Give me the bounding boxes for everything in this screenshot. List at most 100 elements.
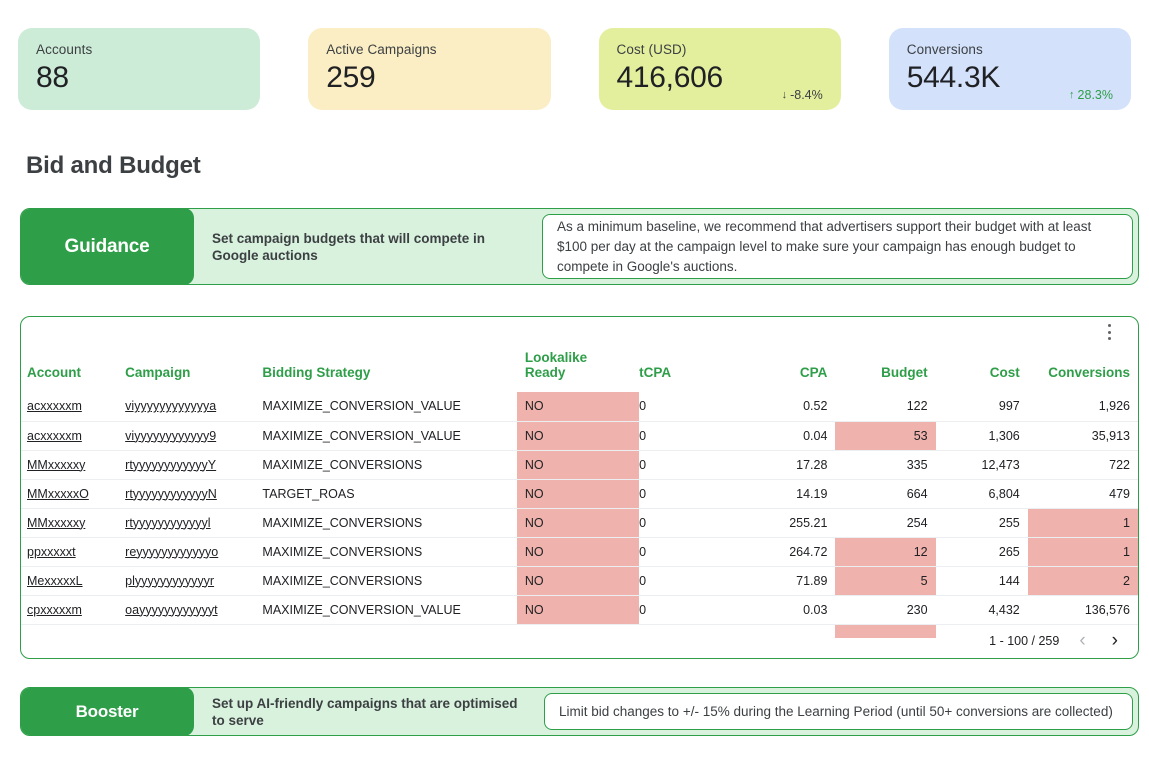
cell-account-link[interactable]: MMxxxxxO [27, 487, 89, 501]
arrow-up-icon: ↑ [1069, 88, 1075, 101]
cell-account[interactable]: MMxxxxxO [21, 479, 126, 509]
cell-campaign-link[interactable]: viyyyyyyyyyyyy9 [125, 429, 216, 443]
cell-cpa: 14.19 [727, 479, 836, 509]
kpi-label: Active Campaigns [326, 42, 437, 57]
column-header-lookalike-ready[interactable]: Lookalike Ready [517, 345, 639, 392]
kpi-delta-value: -8.4% [790, 88, 823, 102]
cell-account-link[interactable]: cpxxxxxm [27, 603, 82, 617]
column-header-budget[interactable]: Budget [835, 345, 935, 392]
cell-campaign[interactable]: oayyyyyyyyyyyyt [125, 595, 263, 625]
cell-budget: 254 [835, 508, 936, 538]
cell-campaign-link[interactable]: viyyyyyyyyyyyya [125, 399, 216, 413]
cell-account[interactable]: MexxxxxL [21, 566, 126, 596]
chevron-left-icon[interactable]: ‹ [1073, 629, 1091, 652]
cell-budget: 230 [835, 595, 936, 625]
kebab-dot [1107, 337, 1111, 340]
column-header-tcpa[interactable]: tCPA [639, 345, 727, 392]
lookalike-header-line1: Lookalike [524, 350, 588, 365]
cell-lookalike-ready: NO [516, 566, 640, 596]
cell-campaign[interactable]: rtyyyyyyyyyyyyl [125, 508, 263, 538]
cell-budget: 122 [835, 392, 936, 422]
cell-campaign[interactable]: rtyyyyyyyyyyyyY [125, 450, 263, 480]
cell-campaign-link[interactable]: plyyyyyyyyyyyyr [125, 574, 214, 588]
kebab-menu-icon[interactable] [1100, 322, 1118, 342]
cell-cpa: 0.03 [727, 595, 836, 625]
cell-account[interactable]: cpxxxxxm [21, 595, 126, 625]
column-header-cost[interactable]: Cost [936, 345, 1028, 392]
cell-cpa: 71.89 [727, 566, 836, 596]
cell-partial [125, 624, 262, 638]
cell-budget: 12 [835, 537, 936, 567]
cell-lookalike-ready: NO [516, 421, 640, 451]
cell-partial [262, 624, 516, 638]
cell-conversions: 35,913 [1027, 421, 1138, 451]
cell-campaign[interactable]: viyyyyyyyyyyyy9 [125, 421, 263, 451]
cell-account[interactable]: MMxxxxxy [21, 450, 126, 480]
cell-campaign-link[interactable]: rtyyyyyyyyyyyyl [125, 516, 210, 530]
cell-campaign[interactable]: reyyyyyyyyyyyyo [125, 537, 263, 567]
table-row: MMxxxxxy rtyyyyyyyyyyyyY MAXIMIZE_CONVERSI… [21, 450, 1138, 480]
cell-campaign[interactable]: viyyyyyyyyyyyya [125, 392, 263, 422]
cell-campaign-link[interactable]: reyyyyyyyyyyyyo [125, 545, 218, 559]
cell-partial [727, 624, 835, 638]
cell-bidding-strategy: MAXIMIZE_CONVERSION_VALUE [262, 392, 517, 422]
cell-bidding-strategy: MAXIMIZE_CONVERSIONS [262, 450, 517, 480]
column-header-conversions[interactable]: Conversions [1028, 345, 1138, 392]
cell-lookalike-ready: NO [516, 450, 640, 480]
cell-campaign-link[interactable]: rtyyyyyyyyyyyyN [125, 487, 217, 501]
cell-account-link[interactable]: MMxxxxxy [27, 516, 85, 530]
cell-tcpa: 0 [639, 566, 728, 596]
page-title: Bid and Budget [26, 152, 201, 179]
cell-lookalike-ready: NO [516, 595, 640, 625]
cell-budget: 53 [835, 421, 936, 451]
table-header: Account Campaign Bidding Strategy Lookal… [21, 345, 1138, 392]
column-header-bidding-strategy[interactable]: Bidding Strategy [262, 345, 516, 392]
cell-tcpa: 0 [639, 508, 728, 538]
cell-campaign[interactable]: rtyyyyyyyyyyyyN [125, 479, 263, 509]
table-row: MMxxxxxy rtyyyyyyyyyyyyl MAXIMIZE_CONVERSI… [21, 508, 1138, 538]
cell-bidding-strategy: MAXIMIZE_CONVERSIONS [262, 566, 517, 596]
pagination-range: 1 - 100 / 259 [989, 633, 1060, 648]
cell-conversions: 2 [1027, 566, 1138, 596]
cell-account-link[interactable]: MMxxxxxy [27, 458, 85, 472]
pagination: 1 - 100 / 259 ‹ › [989, 629, 1124, 652]
cell-campaign-link[interactable]: rtyyyyyyyyyyyyY [125, 458, 216, 472]
column-header-account[interactable]: Account [21, 345, 125, 392]
cell-account[interactable]: acxxxxxm [21, 392, 126, 422]
kpi-label: Accounts [36, 42, 93, 57]
kpi-card: Cost (USD) 416,606 ↓ -8.4% [598, 28, 841, 110]
cell-budget: 335 [835, 450, 936, 480]
cell-campaign-link[interactable]: oayyyyyyyyyyyyt [125, 603, 217, 617]
kpi-card-row: Accounts 88 Active Campaigns 259 Cost (USD) 4… [18, 28, 1131, 110]
chevron-right-icon[interactable]: › [1106, 629, 1124, 652]
cell-account-link[interactable]: MexxxxxL [27, 574, 83, 588]
cell-cost: 1,306 [935, 421, 1028, 451]
cell-conversions: 136,576 [1027, 595, 1138, 625]
cell-conversions: 1 [1027, 537, 1138, 567]
kpi-delta: ↓ -8.4% [782, 88, 823, 102]
cell-account-link[interactable]: acxxxxxm [27, 399, 82, 413]
kpi-label: Cost (USD) [616, 42, 687, 57]
cell-tcpa: 0 [639, 392, 728, 422]
cell-account-link[interactable]: ppxxxxxt [27, 545, 76, 559]
cell-partial [21, 624, 125, 638]
cell-cost: 12,473 [935, 450, 1028, 480]
cell-tcpa: 0 [639, 479, 728, 509]
column-header-campaign[interactable]: Campaign [125, 345, 262, 392]
cell-account-link[interactable]: acxxxxxm [27, 429, 82, 443]
column-header-cpa[interactable]: CPA [727, 345, 835, 392]
booster-banner: Booster Set up AI-friendly campaigns tha… [20, 687, 1139, 736]
cell-account[interactable]: MMxxxxxy [21, 508, 126, 538]
cell-account[interactable]: acxxxxxm [21, 421, 126, 451]
table-row: MexxxxxL plyyyyyyyyyyyyr MAXIMIZE_CONVERSI… [21, 566, 1138, 596]
cell-partial [517, 624, 639, 638]
cell-account[interactable]: ppxxxxxt [21, 537, 126, 567]
table-row: cpxxxxxm oayyyyyyyyyyyyt MAXIMIZE_CONVERSI… [21, 595, 1138, 625]
kpi-card: Active Campaigns 259 [308, 28, 551, 110]
cell-campaign[interactable]: plyyyyyyyyyyyyr [125, 566, 263, 596]
cell-conversions: 722 [1027, 450, 1138, 480]
cell-conversions: 1,926 [1027, 392, 1138, 422]
cell-cost: 997 [935, 392, 1028, 422]
booster-body: Limit bid changes to +/- 15% during the … [544, 693, 1133, 730]
cell-cpa: 0.52 [727, 392, 836, 422]
